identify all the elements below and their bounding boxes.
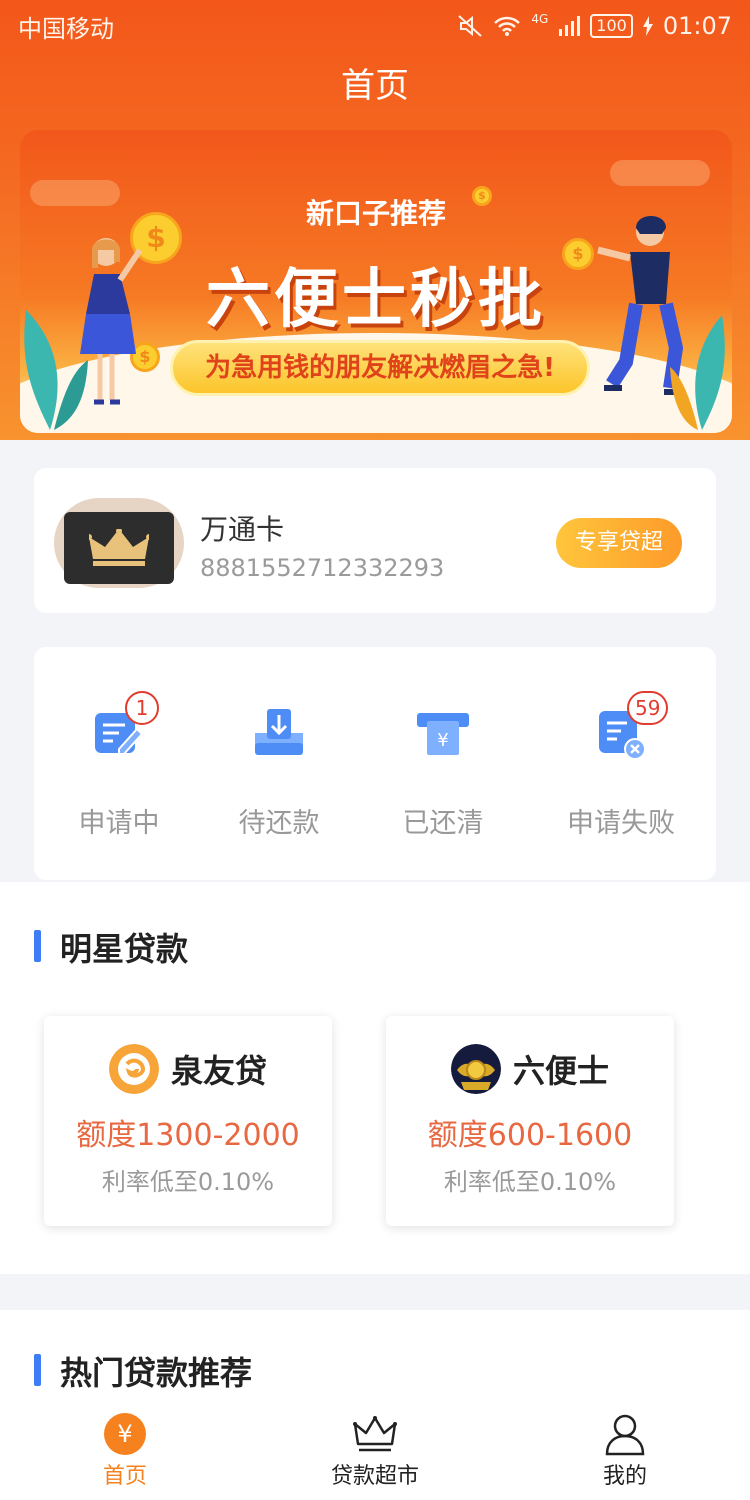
crown-icon — [353, 1416, 397, 1452]
status-item-pending-repay[interactable]: 待还款 — [194, 703, 364, 840]
tab-mine[interactable]: 我的 — [500, 1404, 750, 1500]
loan-rate: 利率低至0.10% — [443, 1168, 617, 1196]
status-bar: 中国移动 4G 100 01:07 — [18, 10, 732, 43]
vip-card-number: 8881552712332293 — [200, 554, 445, 582]
exclusive-loan-button[interactable]: 专享贷超 — [556, 518, 682, 568]
promo-banner[interactable]: $ $ $ $ 新口子推荐 六便士秒批 为急用钱的朋友解决燃眉之急! — [20, 130, 732, 433]
status-item-paid-off[interactable]: ¥ 已还清 — [358, 703, 528, 840]
svg-text:¥: ¥ — [117, 1420, 132, 1448]
status-label: 申请失败 — [567, 808, 675, 839]
loan-rate: 利率低至0.10% — [101, 1168, 275, 1196]
loan-card-quanyoudai[interactable]: 泉友贷 额度1300-2000 利率低至0.10% — [44, 1016, 332, 1226]
banner-subtitle: 新口子推荐 — [305, 197, 446, 230]
tab-home[interactable]: ¥ 首页 — [0, 1404, 250, 1500]
carrier-label: 中国移动 — [18, 14, 114, 43]
tab-loan-market[interactable]: 贷款超市 — [250, 1404, 500, 1500]
battery-indicator: 100 — [590, 14, 633, 38]
hot-loans-section: 热门贷款推荐 — [0, 1310, 750, 1410]
svg-text:¥: ¥ — [437, 730, 448, 751]
tab-label: 贷款超市 — [330, 1464, 419, 1489]
loan-amount: 额度600-1600 — [427, 1118, 633, 1153]
tab-label: 首页 — [102, 1464, 147, 1489]
notification-badge: 59 — [627, 691, 669, 725]
banner-headline: 六便士秒批 — [206, 263, 546, 337]
charging-icon — [642, 16, 653, 36]
crown-icon — [89, 529, 149, 566]
status-label: 待还款 — [238, 808, 320, 839]
order-status-panel: 1 申请中 待还款 ¥ 已还清 59 申请失败 — [34, 647, 716, 880]
network-type: 4G — [531, 12, 549, 26]
signal-icon — [558, 15, 581, 37]
vip-card-image — [64, 512, 174, 584]
quanyoudai-logo-icon — [108, 1044, 159, 1094]
loan-name: 泉友贷 — [170, 1052, 267, 1090]
status-label: 申请中 — [78, 808, 160, 839]
bottom-tab-bar: ¥ 首页 贷款超市 我的 — [0, 1404, 750, 1500]
page-title: 首页 — [341, 66, 409, 106]
status-label: 已还清 — [402, 808, 484, 839]
status-item-failed[interactable]: 59 申请失败 — [536, 691, 706, 840]
vip-card[interactable]: 万通卡 8881552712332293 专享贷超 — [34, 468, 716, 613]
section-title: 热门贷款推荐 — [34, 1348, 252, 1394]
loan-amount: 额度1300-2000 — [76, 1118, 300, 1153]
tab-label: 我的 — [602, 1464, 647, 1489]
notification-badge: 1 — [125, 691, 159, 725]
cloud-decoration — [610, 160, 710, 186]
mute-icon — [457, 14, 483, 38]
section-title: 明星贷款 — [34, 924, 188, 970]
wifi-icon — [493, 15, 521, 37]
clock: 01:07 — [662, 12, 732, 40]
liubianshi-logo-icon — [450, 1044, 501, 1094]
status-item-applying[interactable]: 1 申请中 — [34, 691, 204, 840]
home-yen-icon: ¥ — [104, 1413, 146, 1455]
loan-name: 六便士 — [512, 1052, 609, 1090]
vip-card-name: 万通卡 — [200, 513, 285, 546]
header: 中国移动 4G 100 01:07 首页 $ $ $ $ 新口子推荐 六便士秒批… — [0, 0, 750, 440]
loan-card-liubianshi[interactable]: 六便士 额度600-1600 利率低至0.10% — [386, 1016, 674, 1226]
banner-slogan: 为急用钱的朋友解决燃眉之急! — [170, 340, 590, 396]
repay-download-icon — [255, 709, 303, 755]
paid-off-icon: ¥ — [417, 713, 469, 755]
user-icon — [605, 1414, 645, 1456]
